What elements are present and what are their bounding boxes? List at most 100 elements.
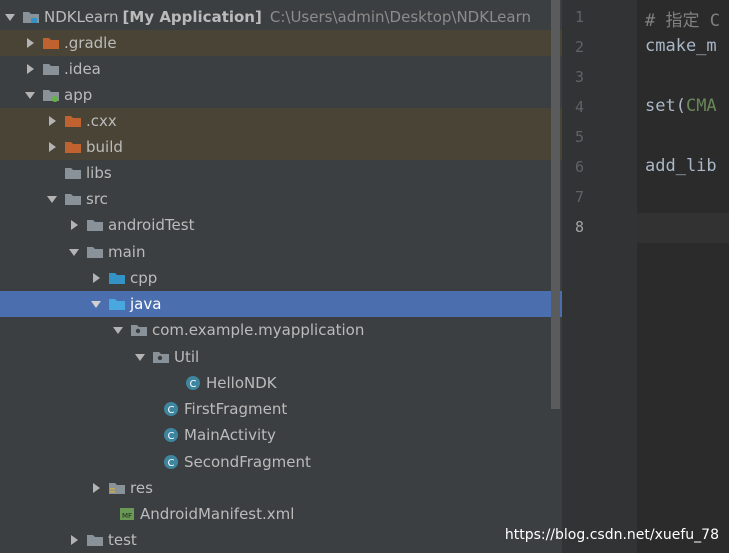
expand-arrow-down-icon[interactable] — [132, 344, 148, 370]
project-name: NDKLearn — [44, 8, 119, 26]
line-number: 4 — [574, 98, 584, 116]
code-line-1[interactable]: # 指定 C — [645, 6, 720, 31]
excluded-folder-icon — [64, 139, 82, 155]
expand-arrow-right-icon[interactable] — [66, 527, 82, 553]
folder-icon — [42, 61, 60, 77]
expand-arrow-down-icon[interactable] — [22, 82, 38, 108]
svg-text:C: C — [190, 379, 197, 390]
excluded-folder-icon — [64, 113, 82, 129]
tree-row-project-root[interactable]: NDKLearn [My Application] C:\Users\admin… — [0, 4, 562, 30]
tree-label-cpp: cpp — [130, 269, 158, 287]
folder-icon — [86, 532, 104, 548]
tree-label-hellondk: HelloNDK — [206, 374, 277, 392]
tree-row-cpp[interactable]: cpp — [0, 265, 562, 291]
tree-row-firstfragment[interactable]: C FirstFragment — [0, 396, 562, 422]
tree-label-test: test — [108, 531, 137, 549]
tree-label-package: com.example.myapplication — [152, 321, 365, 339]
project-path: C:\Users\admin\Desktop\NDKLearn — [269, 8, 531, 26]
code-editor[interactable]: # 指定 C cmake_m set(CMA add_lib — [637, 0, 729, 553]
package-icon — [152, 349, 170, 365]
app-module-folder-icon — [42, 87, 60, 103]
tree-label-src: src — [86, 190, 108, 208]
source-folder-icon — [108, 296, 126, 312]
tree-row-hellondk[interactable]: C HelloNDK — [0, 370, 562, 396]
tree-row-mainactivity[interactable]: C MainActivity — [0, 422, 562, 448]
tree-row-libs[interactable]: libs — [0, 160, 562, 186]
tree-label-build: build — [86, 138, 123, 156]
line-number: 2 — [574, 38, 584, 56]
class-icon: C — [162, 401, 180, 417]
watermark-url: https://blog.csdn.net/xuefu_78 — [504, 527, 719, 543]
code-line-2[interactable]: cmake_m — [645, 36, 717, 56]
tree-label-firstfragment: FirstFragment — [184, 400, 288, 418]
expand-arrow-down-icon[interactable] — [2, 4, 18, 30]
tree-label-app: app — [64, 86, 93, 104]
resource-folder-icon — [108, 480, 126, 496]
svg-text:C: C — [168, 405, 175, 416]
tree-row-androidtest[interactable]: androidTest — [0, 212, 562, 238]
expand-arrow-right-icon[interactable] — [44, 134, 60, 160]
tree-label-main: main — [108, 243, 146, 261]
tree-row-package[interactable]: com.example.myapplication — [0, 317, 562, 343]
editor-gutter: 1 2 3 4 5 6 7 8 — [562, 0, 637, 553]
class-icon: C — [162, 454, 180, 470]
expand-arrow-down-icon[interactable] — [44, 186, 60, 212]
manifest-file-icon: MF — [118, 506, 136, 522]
line-number: 3 — [574, 68, 584, 86]
line-number: 1 — [574, 8, 584, 26]
project-module: [My Application] — [122, 8, 262, 26]
svg-text:C: C — [168, 431, 175, 442]
expand-arrow-right-icon[interactable] — [22, 56, 38, 82]
tree-label-mainactivity: MainActivity — [184, 426, 276, 444]
project-tree-panel: NDKLearn [My Application] C:\Users\admin… — [0, 0, 562, 553]
tree-row-gradle[interactable]: .gradle — [0, 30, 562, 56]
tree-label-res: res — [130, 479, 153, 497]
expand-arrow-right-icon[interactable] — [66, 212, 82, 238]
code-line-4[interactable]: set(CMA — [645, 96, 717, 116]
excluded-folder-icon — [42, 35, 60, 51]
tree-label-androidtest: androidTest — [108, 216, 195, 234]
tree-label-java: java — [130, 295, 162, 313]
module-folder-icon — [22, 9, 40, 25]
svg-text:MF: MF — [122, 512, 132, 520]
tree-row-build[interactable]: build — [0, 134, 562, 160]
source-folder-icon — [108, 270, 126, 286]
tree-row-src[interactable]: src — [0, 186, 562, 212]
tree-scrollbar[interactable] — [551, 0, 560, 409]
folder-icon — [86, 244, 104, 260]
tree-label-util: Util — [174, 348, 200, 366]
tree-row-app[interactable]: app — [0, 82, 562, 108]
tree-row-secondfragment[interactable]: C SecondFragment — [0, 449, 562, 475]
expand-arrow-right-icon[interactable] — [44, 108, 60, 134]
line-number: 5 — [574, 128, 584, 146]
tree-row-util[interactable]: Util — [0, 344, 562, 370]
line-number: 6 — [574, 158, 584, 176]
tree-row-manifest[interactable]: MF AndroidManifest.xml — [0, 501, 562, 527]
tree-label-gradle: .gradle — [64, 34, 117, 52]
tree-label-cxx: .cxx — [86, 112, 117, 130]
expand-arrow-down-icon[interactable] — [66, 239, 82, 265]
expand-arrow-down-icon[interactable] — [88, 291, 104, 317]
tree-row-java[interactable]: java — [0, 291, 562, 317]
tree-label-secondfragment: SecondFragment — [184, 453, 311, 471]
folder-icon — [86, 217, 104, 233]
line-number-current: 8 — [574, 218, 584, 236]
line-number: 7 — [574, 188, 584, 206]
expand-arrow-down-icon[interactable] — [110, 317, 126, 343]
tree-row-test[interactable]: test — [0, 527, 562, 553]
expand-arrow-right-icon[interactable] — [88, 475, 104, 501]
tree-row-main[interactable]: main — [0, 239, 562, 265]
current-line-highlight — [637, 213, 729, 243]
tree-row-idea[interactable]: .idea — [0, 56, 562, 82]
tree-label-libs: libs — [86, 164, 112, 182]
expand-arrow-right-icon[interactable] — [88, 265, 104, 291]
svg-text:C: C — [168, 458, 175, 469]
tree-row-cxx[interactable]: .cxx — [0, 108, 562, 134]
tree-label-idea: .idea — [64, 60, 101, 78]
class-icon: C — [162, 427, 180, 443]
tree-row-res[interactable]: res — [0, 475, 562, 501]
code-line-6[interactable]: add_lib — [645, 156, 717, 176]
expand-arrow-right-icon[interactable] — [22, 30, 38, 56]
folder-icon — [64, 165, 82, 181]
tree-label-manifest: AndroidManifest.xml — [140, 505, 295, 523]
